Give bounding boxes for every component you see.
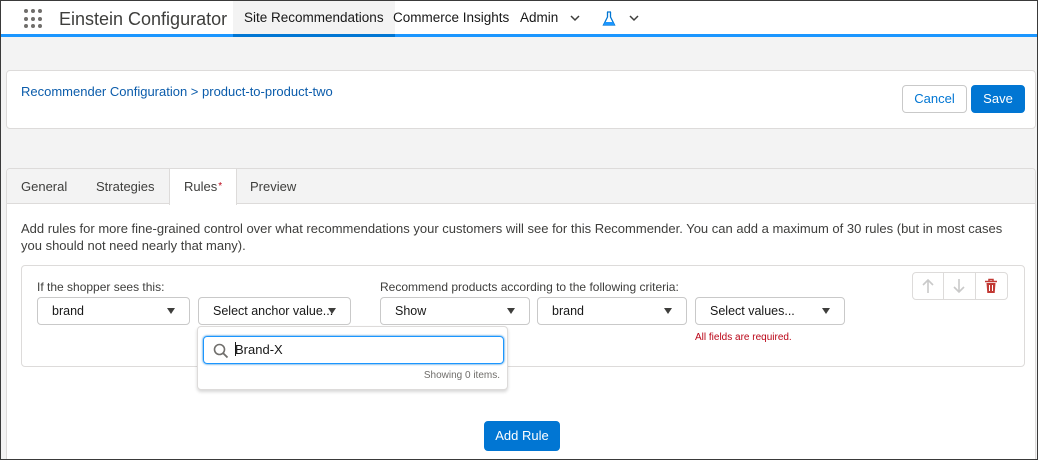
shopper-attribute-select[interactable]: brand	[37, 297, 190, 325]
caret-down-icon	[822, 308, 830, 314]
results-count: Showing 0 items.	[423, 370, 500, 381]
trash-icon	[984, 278, 997, 293]
tab-strategies[interactable]: Strategies	[96, 169, 155, 204]
anchor-value-dropdown: Brand-X Showing 0 items.	[197, 326, 508, 390]
values-placeholder: Select values...	[710, 304, 795, 318]
move-down-button[interactable]	[944, 273, 976, 299]
criteria-label: Recommend products according to the foll…	[380, 280, 679, 294]
rule-row: If the shopper sees this: Recommend prod…	[21, 265, 1025, 367]
criteria-attribute-select[interactable]: brand	[537, 297, 687, 325]
chevron-down-icon[interactable]	[629, 13, 639, 23]
caret-down-icon	[664, 308, 672, 314]
chevron-down-icon[interactable]	[570, 13, 580, 23]
tab-rules-label: Rules	[184, 179, 218, 194]
anchor-value-select[interactable]: Select anchor value...	[198, 297, 351, 325]
top-navigation: Einstein Configurator Site Recommendatio…	[1, 1, 1037, 37]
app-name: Einstein Configurator	[59, 9, 228, 29]
tab-rules[interactable]: Rules*	[169, 169, 238, 205]
arrow-up-icon	[922, 278, 934, 293]
anchor-value-placeholder: Select anchor value...	[213, 304, 334, 318]
tab-general[interactable]: General	[21, 169, 67, 204]
arrow-down-icon	[953, 279, 965, 294]
waffle-icon[interactable]	[24, 9, 44, 29]
values-select[interactable]: Select values...	[695, 297, 845, 325]
shopper-attribute-value: brand	[52, 304, 84, 318]
caret-down-icon	[167, 308, 175, 314]
rules-description: Add rules for more fine-grained control …	[21, 221, 1003, 253]
configuration-panel: General Strategies Rules* Preview Add ru…	[6, 168, 1036, 459]
rule-actions	[912, 272, 1008, 300]
tab-preview[interactable]: Preview	[250, 169, 296, 204]
shopper-label: If the shopper sees this:	[37, 280, 165, 294]
delete-rule-button[interactable]	[976, 273, 1007, 299]
flask-icon[interactable]	[602, 11, 616, 27]
nav-tab-commerce-insights[interactable]: Commerce Insights	[382, 1, 520, 34]
save-button[interactable]: Save	[971, 85, 1025, 113]
nav-tab-site-recommendations[interactable]: Site Recommendations	[233, 1, 395, 37]
search-icon	[213, 343, 229, 359]
caret-down-icon	[507, 308, 515, 314]
app-window: Einstein Configurator Site Recommendatio…	[0, 0, 1038, 460]
tab-bar: General Strategies Rules* Preview	[7, 169, 1035, 205]
criteria-attribute-value: brand	[552, 304, 584, 318]
breadcrumb[interactable]: Recommender Configuration > product-to-p…	[21, 84, 333, 99]
add-rule-button[interactable]: Add Rule	[484, 421, 560, 451]
caret-down-icon	[328, 308, 336, 314]
page-header: Recommender Configuration > product-to-p…	[6, 70, 1036, 129]
required-marker: *	[218, 181, 223, 192]
nav-tab-admin[interactable]: Admin	[509, 1, 569, 34]
action-select[interactable]: Show	[380, 297, 530, 325]
anchor-search-input[interactable]: Brand-X	[203, 336, 504, 364]
anchor-search-value: Brand-X	[235, 342, 283, 357]
cancel-button[interactable]: Cancel	[902, 85, 967, 113]
validation-error: All fields are required.	[695, 332, 792, 343]
move-up-button[interactable]	[913, 273, 945, 299]
action-value: Show	[395, 304, 427, 318]
